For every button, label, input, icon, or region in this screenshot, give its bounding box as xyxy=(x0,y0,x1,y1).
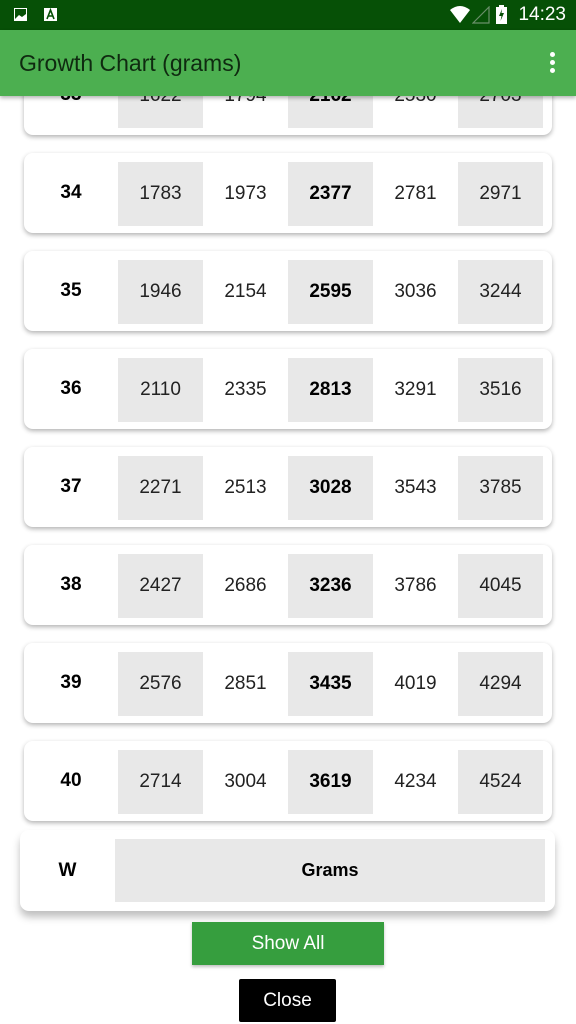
week-cell: 35 xyxy=(60,280,82,301)
value-cell: 1946 xyxy=(118,260,203,324)
value-cell: 2971 xyxy=(458,162,543,226)
value-cell: 1622 xyxy=(118,96,203,128)
value-cell: 2851 xyxy=(224,673,267,694)
image-icon xyxy=(14,8,27,21)
value-cell: 3291 xyxy=(394,379,437,400)
value-cell: 2427 xyxy=(118,554,203,618)
week-cell: 34 xyxy=(60,182,82,203)
growth-table-list[interactable]: 3316221794216225302703 34 1783 1973 2377 2781… xyxy=(0,96,576,922)
table-row: 34 1783 1973 2377 2781 2971 xyxy=(24,153,552,233)
table-row: 39 2576 2851 3435 4019 4294 xyxy=(24,643,552,723)
week-cell: 33 xyxy=(24,96,118,135)
grams-column-header: Grams xyxy=(115,839,545,902)
median-value-cell: 2162 xyxy=(288,96,373,128)
signal-icon xyxy=(472,6,490,24)
median-value-cell: 3236 xyxy=(288,554,373,618)
app-bar: Growth Chart (grams) xyxy=(0,30,576,96)
table-header: W Grams xyxy=(20,830,555,911)
table-row: 38 2427 2686 3236 3786 4045 xyxy=(24,545,552,625)
value-cell: 1973 xyxy=(224,183,267,204)
value-cell: 2714 xyxy=(118,750,203,814)
value-cell: 2781 xyxy=(394,183,437,204)
value-cell: 2703 xyxy=(458,96,543,128)
table-row: 37 2271 2513 3028 3543 3785 xyxy=(24,447,552,527)
median-value-cell: 2377 xyxy=(288,162,373,226)
value-cell: 2271 xyxy=(118,456,203,520)
value-cell: 2335 xyxy=(224,379,267,400)
median-value-cell: 2595 xyxy=(288,260,373,324)
font-icon xyxy=(44,8,57,21)
battery-charging-icon xyxy=(496,5,507,24)
value-cell: 4294 xyxy=(458,652,543,716)
value-cell: 2110 xyxy=(118,358,203,422)
week-cell: 36 xyxy=(60,378,82,399)
more-vert-icon[interactable] xyxy=(550,52,556,74)
median-value-cell: 2813 xyxy=(288,358,373,422)
wifi-icon xyxy=(450,6,470,23)
value-cell: 1783 xyxy=(118,162,203,226)
close-button[interactable]: Close xyxy=(239,979,336,1022)
value-cell: 3244 xyxy=(458,260,543,324)
table-row: 36 2110 2335 2813 3291 3516 xyxy=(24,349,552,429)
median-value-cell: 3435 xyxy=(288,652,373,716)
table-row: 3316221794216225302703 xyxy=(24,96,552,135)
table-row: 40 2714 3004 3619 4234 4524 xyxy=(24,741,552,821)
week-cell: 37 xyxy=(60,476,82,497)
week-cell: 38 xyxy=(60,574,82,595)
status-time: 14:23 xyxy=(518,4,566,25)
value-cell: 3516 xyxy=(458,358,543,422)
value-cell: 4234 xyxy=(394,771,437,792)
median-value-cell: 3619 xyxy=(288,750,373,814)
value-cell: 4524 xyxy=(458,750,543,814)
value-cell: 2576 xyxy=(118,652,203,716)
value-cell: 3543 xyxy=(394,477,437,498)
week-cell: 39 xyxy=(60,672,82,693)
value-cell: 4019 xyxy=(394,673,437,694)
value-cell: 3004 xyxy=(224,771,267,792)
value-cell: 2530 xyxy=(373,96,458,128)
show-all-button[interactable]: Show All xyxy=(192,922,384,965)
table-row: 35 1946 2154 2595 3036 3244 xyxy=(24,251,552,331)
value-cell: 3785 xyxy=(458,456,543,520)
value-cell: 4045 xyxy=(458,554,543,618)
value-cell: 2686 xyxy=(224,575,267,596)
value-cell: 2154 xyxy=(224,281,267,302)
value-cell: 1794 xyxy=(203,96,288,128)
status-bar: 14:23 xyxy=(0,0,576,30)
value-cell: 2513 xyxy=(224,477,267,498)
value-cell: 3036 xyxy=(394,281,437,302)
page-title: Growth Chart (grams) xyxy=(19,50,242,76)
median-value-cell: 3028 xyxy=(288,456,373,520)
value-cell: 3786 xyxy=(394,575,437,596)
week-cell: 40 xyxy=(60,770,82,791)
week-column-header: W xyxy=(58,860,77,881)
